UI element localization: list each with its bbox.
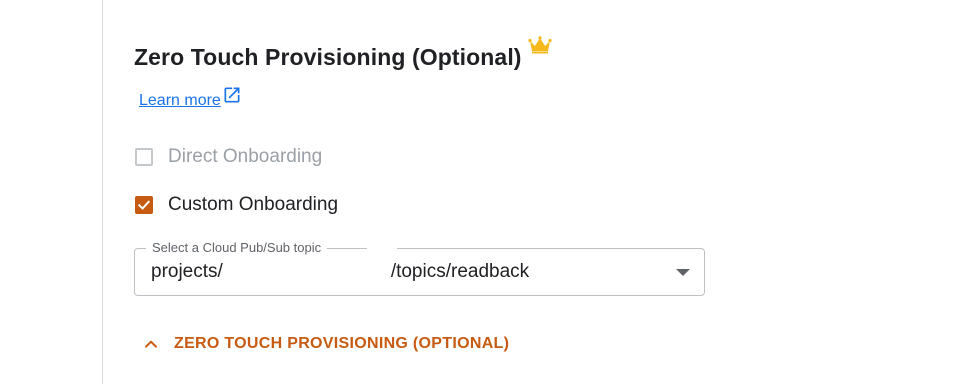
redacted-project-id [222,261,391,282]
custom-onboarding-checkbox[interactable] [135,196,153,214]
learn-more-link[interactable]: Learn more [139,84,242,117]
collapse-toggle-label: ZERO TOUCH PROVISIONING (OPTIONAL) [174,335,510,352]
direct-onboarding-option: Direct Onboarding [135,145,322,169]
external-link-icon [224,87,240,103]
zero-touch-collapse-toggle[interactable]: ZERO TOUCH PROVISIONING (OPTIONAL) [143,333,509,355]
section-header: Zero Touch Provisioning (Optional) [134,36,552,76]
pubsub-topic-select[interactable]: Select a Cloud Pub/Sub topic projects/ /t… [134,239,705,296]
direct-onboarding-checkbox [135,148,153,166]
checkmark-icon [137,200,151,210]
direct-onboarding-label: Direct Onboarding [168,146,323,167]
label-notch [367,247,397,250]
section-title: Zero Touch Provisioning (Optional) [134,44,522,70]
dropdown-arrow-icon[interactable] [676,269,690,276]
left-divider [102,0,103,384]
crown-icon [527,36,552,54]
pubsub-topic-label: Select a Cloud Pub/Sub topic [146,239,328,257]
pubsub-topic-value: projects/ /topics/readback [151,260,529,284]
learn-more-label: Learn more [139,92,221,109]
custom-onboarding-label: Custom Onboarding [168,194,339,215]
custom-onboarding-option[interactable]: Custom Onboarding [135,193,338,217]
zero-touch-provisioning-panel: Zero Touch Provisioning (Optional) Learn… [0,0,967,384]
chevron-up-icon [145,340,157,348]
topic-value-suffix: /topics/readback [390,261,530,282]
topic-value-prefix: projects/ [151,261,223,282]
